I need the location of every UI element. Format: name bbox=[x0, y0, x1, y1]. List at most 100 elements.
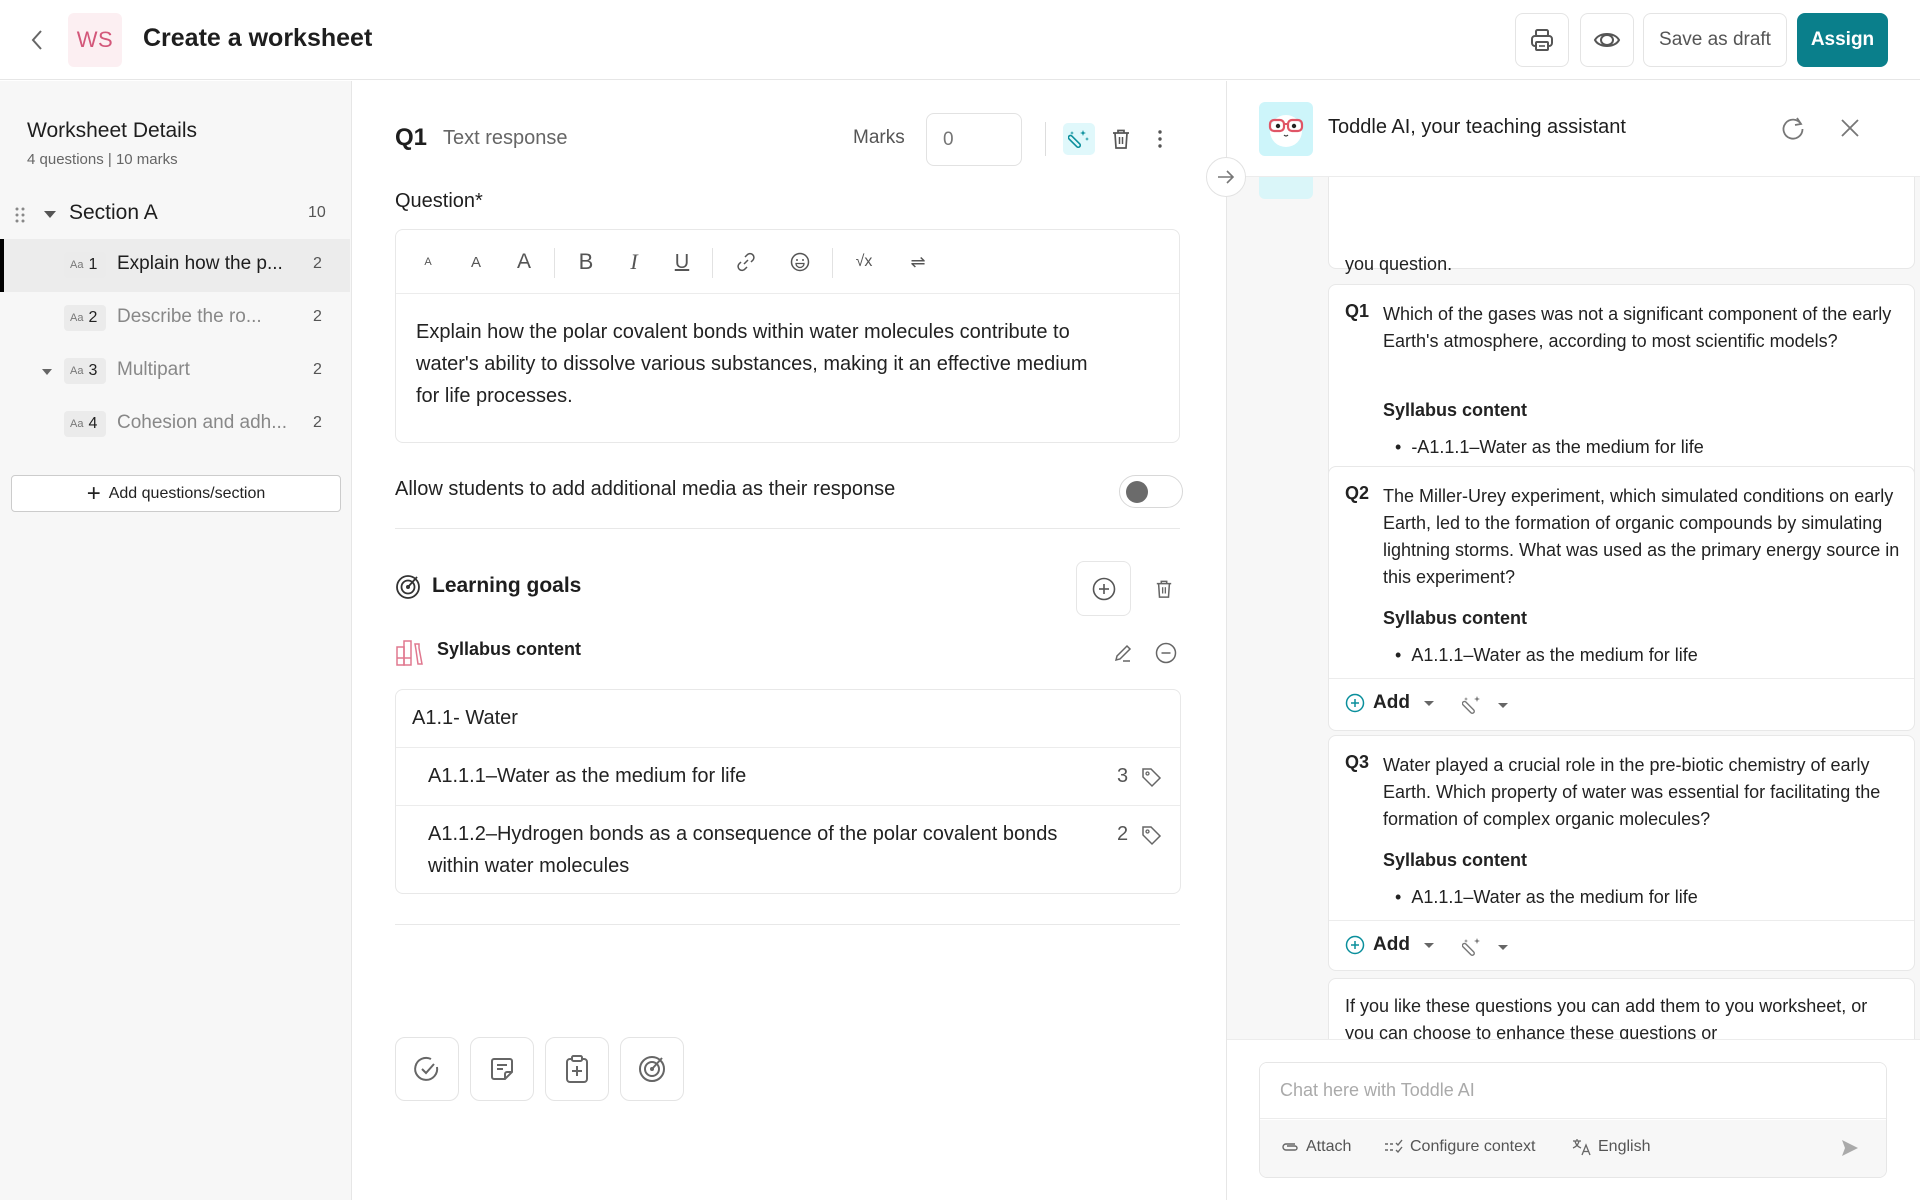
target-icon bbox=[396, 575, 420, 599]
save-as-draft-button[interactable]: Save as draft bbox=[1643, 13, 1787, 67]
emoji-button[interactable] bbox=[784, 246, 816, 278]
configure-context-button[interactable]: Configure context bbox=[1384, 1138, 1535, 1156]
suggested-question-label: Q2 bbox=[1345, 483, 1370, 503]
add-question-dropdown[interactable]: Add bbox=[1345, 934, 1434, 956]
ai-message-avatar bbox=[1259, 177, 1313, 199]
ai-suggested-question-3: Q3 Water played a crucial role in the pr… bbox=[1328, 735, 1915, 971]
enhance-question-dropdown[interactable] bbox=[1462, 694, 1508, 716]
syllabus-item-count: 3 bbox=[1117, 765, 1129, 787]
divider bbox=[712, 248, 713, 278]
answer-key-button[interactable] bbox=[395, 1037, 459, 1101]
trash-icon bbox=[1113, 129, 1129, 149]
section-collapse-caret-icon[interactable] bbox=[44, 211, 56, 218]
drag-handle-icon[interactable] bbox=[14, 206, 26, 224]
add-note-button[interactable] bbox=[470, 1037, 534, 1101]
text-direction-button[interactable]: ⇌ bbox=[902, 246, 934, 278]
question-marks: 2 bbox=[313, 361, 322, 378]
plus-icon: + bbox=[86, 479, 101, 507]
plus-circle-icon bbox=[1345, 935, 1365, 955]
close-icon[interactable] bbox=[1836, 114, 1864, 142]
translate-icon bbox=[1572, 1139, 1591, 1156]
add-questions-section-button[interactable]: + Add questions/section bbox=[11, 475, 341, 512]
syllabus-item: A1.1.2–Hydrogen bonds as a consequence o… bbox=[396, 806, 1180, 893]
italic-button[interactable]: I bbox=[618, 246, 650, 278]
syllabus-content-list: A1.1- Water A1.1.1–Water as the medium f… bbox=[395, 689, 1181, 894]
add-questions-label: Add questions/section bbox=[108, 484, 266, 502]
worksheet-summary: 4 questions | 10 marks bbox=[27, 151, 178, 168]
font-large-icon: A bbox=[516, 250, 531, 273]
suggested-question-actions: Add bbox=[1329, 678, 1914, 730]
remove-syllabus-button[interactable] bbox=[1154, 641, 1178, 665]
learning-goals-title: Learning goals bbox=[432, 574, 582, 597]
collapse-ai-panel-button[interactable] bbox=[1206, 157, 1246, 197]
chat-toolbar: Attach Configure context English bbox=[1260, 1120, 1886, 1177]
back-button[interactable] bbox=[26, 26, 50, 54]
question-title: Explain how the p... bbox=[117, 253, 283, 274]
syllabus-bullet: -A1.1.1–Water as the medium for life bbox=[1395, 437, 1703, 458]
print-button[interactable] bbox=[1515, 13, 1569, 67]
divider bbox=[1045, 122, 1046, 156]
toggle-knob bbox=[1126, 481, 1148, 503]
text-type-icon: Aa bbox=[70, 365, 84, 377]
font-size-small-button[interactable]: A bbox=[412, 246, 444, 278]
delete-question-button[interactable] bbox=[1105, 123, 1137, 155]
question-title: Describe the ro... bbox=[117, 306, 262, 327]
note-icon bbox=[491, 1058, 513, 1080]
delete-learning-goals-button[interactable] bbox=[1152, 576, 1176, 602]
add-learning-goal-shortcut-button[interactable] bbox=[620, 1037, 684, 1101]
formatting-toolbar: A A A B I U √x ⇌ bbox=[396, 230, 1179, 294]
marks-input[interactable] bbox=[926, 113, 1022, 166]
font-size-medium-button[interactable]: A bbox=[460, 246, 492, 278]
question-rich-text-editor[interactable]: A A A B I U √x ⇌ Explain how the polar c… bbox=[395, 229, 1180, 443]
expand-caret-icon[interactable] bbox=[42, 369, 52, 375]
question-text[interactable]: Explain how the polar covalent bonds wit… bbox=[416, 316, 1116, 412]
syllabus-heading: Syllabus content bbox=[1383, 850, 1528, 870]
ai-panel-header: Toddle AI, your teaching assistant bbox=[1227, 81, 1920, 177]
marks-label: Marks bbox=[853, 127, 905, 148]
link-button[interactable] bbox=[730, 246, 762, 278]
configure-context-label: Configure context bbox=[1410, 1138, 1536, 1155]
sidebar-question-4[interactable]: Aa 4 Cohesion and adh... 2 bbox=[0, 398, 350, 451]
ai-panel-title: Toddle AI, your teaching assistant bbox=[1328, 116, 1626, 138]
bold-button[interactable]: B bbox=[570, 246, 602, 278]
send-icon[interactable] bbox=[1840, 1138, 1860, 1158]
question-number: 2 bbox=[88, 309, 98, 326]
attach-button[interactable]: Attach bbox=[1280, 1138, 1351, 1156]
preview-button[interactable] bbox=[1580, 13, 1634, 67]
syllabus-item: A1.1.1–Water as the medium for life 3 bbox=[396, 748, 1180, 806]
section-label: Section A bbox=[69, 201, 158, 224]
more-vertical-icon bbox=[1158, 130, 1162, 148]
sidebar-question-3[interactable]: Aa 3 Multipart 2 bbox=[0, 345, 350, 398]
assign-button[interactable]: Assign bbox=[1797, 13, 1888, 67]
tag-icon[interactable] bbox=[1140, 824, 1162, 846]
more-options-button[interactable] bbox=[1150, 123, 1170, 155]
tag-icon[interactable] bbox=[1140, 766, 1162, 788]
pencil-icon bbox=[1114, 644, 1132, 662]
minus-circle-icon bbox=[1155, 642, 1177, 664]
ai-enhance-button[interactable] bbox=[1063, 123, 1095, 155]
add-learning-goal-button[interactable] bbox=[1076, 561, 1131, 616]
chat-input[interactable] bbox=[1260, 1063, 1886, 1119]
ai-intro-message: you question. bbox=[1328, 161, 1915, 274]
enhance-question-dropdown[interactable] bbox=[1462, 936, 1508, 958]
font-size-large-button[interactable]: A bbox=[508, 246, 540, 278]
trash-icon bbox=[1156, 580, 1172, 598]
section-marks: 10 bbox=[308, 204, 326, 221]
edit-syllabus-button[interactable] bbox=[1111, 641, 1135, 665]
add-rubric-button[interactable] bbox=[545, 1037, 609, 1101]
sidebar-question-2[interactable]: Aa 2 Describe the ro... 2 bbox=[0, 292, 350, 345]
question-number: Q1 bbox=[395, 124, 428, 151]
underline-button[interactable]: U bbox=[666, 246, 698, 278]
language-button[interactable]: English bbox=[1572, 1138, 1650, 1156]
question-marks: 2 bbox=[313, 414, 322, 431]
sidebar-question-1[interactable]: Aa 1 Explain how the p... 2 bbox=[0, 239, 350, 292]
add-question-dropdown[interactable]: Add bbox=[1345, 692, 1434, 714]
allow-media-toggle[interactable] bbox=[1119, 475, 1183, 508]
section-a-row[interactable]: Section A 10 bbox=[0, 189, 352, 239]
syllabus-content-title: Syllabus content bbox=[437, 639, 582, 659]
refresh-icon[interactable] bbox=[1779, 114, 1807, 142]
font-medium-icon: A bbox=[470, 253, 481, 271]
syllabus-group-title: A1.1- Water bbox=[396, 690, 1180, 748]
equation-button[interactable]: √x bbox=[848, 246, 880, 278]
suggested-question-label: Q3 bbox=[1345, 752, 1370, 772]
